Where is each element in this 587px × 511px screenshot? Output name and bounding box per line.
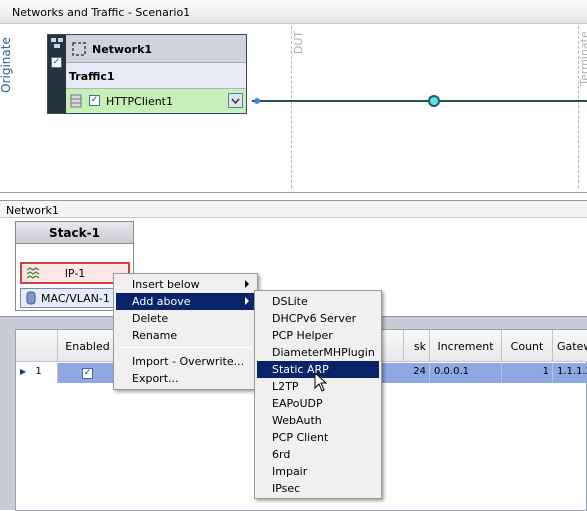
submenu-item-dhcpv6-server[interactable]: DHCPv6 Server: [257, 310, 379, 327]
mac-layer-icon: [26, 291, 36, 305]
cell-enabled[interactable]: [58, 363, 118, 383]
traffic-name: Traffic1: [69, 70, 115, 83]
panel-title: Networks and Traffic - Scenario1: [0, 0, 587, 24]
submenu-item-6rd[interactable]: 6rd: [257, 446, 379, 463]
row-index: 1: [35, 366, 42, 377]
http-client-row[interactable]: HTTPClient1: [66, 89, 246, 113]
network-block[interactable]: Network1 Traffic1 HTTPClient1: [47, 34, 247, 114]
menu-item-delete[interactable]: Delete: [116, 310, 255, 327]
row-indicator-icon: ▶: [20, 367, 27, 376]
network-header[interactable]: Network1: [66, 35, 246, 63]
submenu-item-webauth[interactable]: WebAuth: [257, 412, 379, 429]
row-header[interactable]: ▶ 1: [16, 363, 58, 383]
submenu-arrow-icon: [245, 280, 249, 288]
connection-start-point[interactable]: [254, 98, 260, 104]
mac-layer-label: MAC/VLAN-1: [41, 292, 110, 305]
context-menu: Insert below Add above Delete Rename Imp…: [113, 273, 258, 390]
grid-corner: [16, 330, 58, 362]
menu-item-add-above[interactable]: Add above: [116, 293, 255, 310]
dut-label: DUT: [292, 30, 306, 55]
menu-separator: [118, 347, 253, 348]
detail-title: Network1: [0, 200, 587, 218]
column-header-count[interactable]: Count: [502, 330, 553, 362]
network-icon: [72, 42, 86, 56]
connection-node[interactable]: [428, 95, 440, 107]
networks-traffic-panel: Networks and Traffic - Scenario1 Origina…: [0, 0, 587, 193]
ip-layer-label: IP-1: [64, 267, 86, 280]
submenu-item-pcp-helper[interactable]: PCP Helper: [257, 327, 379, 344]
ip-layer-icon: [26, 267, 40, 279]
menu-item-import-overwrite[interactable]: Import - Overwrite...: [116, 353, 255, 370]
menu-item-export[interactable]: Export...: [116, 370, 255, 387]
column-header-mask[interactable]: sk: [404, 330, 430, 362]
client-enabled-checkbox[interactable]: [89, 95, 100, 106]
cell-gateway[interactable]: 1.1.1.254: [553, 363, 587, 383]
client-dropdown-button[interactable]: [228, 93, 243, 108]
column-header-increment[interactable]: Increment: [430, 330, 502, 362]
cell-increment[interactable]: 0.0.0.1: [430, 363, 502, 383]
traffic-connection-line[interactable]: [252, 100, 587, 102]
database-icon: [70, 94, 82, 108]
originate-label: Originate: [0, 37, 13, 93]
submenu-item-impair[interactable]: Impair: [257, 463, 379, 480]
chevron-down-icon: [231, 98, 240, 105]
row-enabled-checkbox[interactable]: [82, 368, 93, 379]
traffic-row[interactable]: Traffic1: [66, 63, 246, 89]
network-name: Network1: [92, 43, 153, 56]
column-header-gateway[interactable]: Gateway: [553, 330, 587, 362]
cell-count[interactable]: 1: [502, 363, 553, 383]
menu-item-rename[interactable]: Rename: [116, 327, 255, 344]
network-enabled-checkbox[interactable]: [51, 57, 62, 68]
submenu-item-pcp-client[interactable]: PCP Client: [257, 429, 379, 446]
cell-mask[interactable]: 24: [404, 363, 430, 383]
submenu-item-eapoudp[interactable]: EAPoUDP: [257, 395, 379, 412]
submenu-item-diametermhplugin[interactable]: DiameterMHPlugin: [257, 344, 379, 361]
terminate-label: Terminate: [577, 31, 587, 86]
submenu-item-dslite[interactable]: DSLite: [257, 293, 379, 310]
stack-title: Stack-1: [16, 222, 133, 244]
mouse-pointer-icon: [314, 372, 328, 392]
submenu-item-ipsec[interactable]: IPsec: [257, 480, 379, 497]
network-sidebar: [48, 35, 66, 113]
column-header-enabled[interactable]: Enabled: [58, 330, 118, 362]
submenu-arrow-icon: [245, 297, 249, 305]
add-above-submenu: DSLite DHCPv6 Server PCP Helper Diameter…: [254, 290, 382, 499]
menu-item-insert-below[interactable]: Insert below: [116, 276, 255, 293]
client-name: HTTPClient1: [106, 95, 173, 108]
